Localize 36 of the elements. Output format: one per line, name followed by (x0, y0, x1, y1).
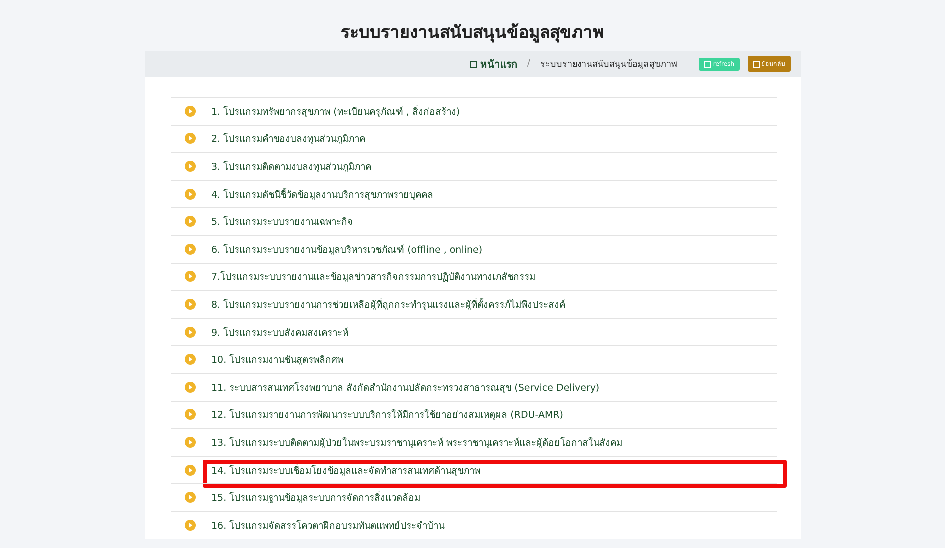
program-link[interactable]: 12. โปรแกรมรายงานการพัฒนาระบบบริการให้มีการใช้ยาอย่างสมเหตุผล (RDU-AMR) (212, 407, 564, 422)
program-link[interactable]: 1. โปรแกรมทรัพยากรสุขภาพ (ทะเบียนครุภัณฑ์ , สิ่งก่อสร้าง) (212, 104, 460, 119)
play-circle-icon (184, 244, 196, 255)
play-circle-icon (184, 216, 196, 228)
program-link[interactable]: 8. โปรแกรมระบบรายงานการช่วยเหลือผู้ที่ถูกกระทำรุนแรงและผู้ที่ตั้งครรภ์ไม่พึงประสงค์ (212, 296, 566, 312)
play-circle-icon (184, 188, 196, 200)
play-circle-icon (184, 436, 196, 448)
program-link[interactable]: 3. โปรแกรมติดตามงบลงทุนส่วนภูมิภาค (212, 158, 372, 174)
play-circle-icon (184, 160, 196, 172)
program-link[interactable]: 5. โปรแกรมระบบรายงานเฉพาะกิจ (212, 214, 354, 230)
play-circle-icon (184, 133, 196, 144)
program-link[interactable]: 7.โปรแกรมระบบรายงานและข้อมูลข่าวสารกิจกรรมการปฏิบัติงานทางเภสัชกรรม (212, 269, 536, 284)
program-link[interactable]: 10. โปรแกรมงานชันสูตรพลิกศพ (212, 352, 344, 368)
play-circle-icon (184, 354, 196, 366)
play-circle-icon (184, 106, 196, 117)
program-link[interactable]: 15. โปรแกรมฐานข้อมูลระบบการจัดการสิ่งแวดล้อม (212, 490, 421, 506)
play-circle-icon (184, 464, 196, 476)
program-link[interactable]: 9. โปรแกรมระบบสังคมสงเคราะห์ (212, 324, 349, 340)
play-circle-icon (184, 409, 196, 420)
home-link[interactable]: หน้าแรก (470, 56, 518, 72)
program-link[interactable]: 13. โปรแกรมระบบติดตามผู้ป่วยในพระบรมราชานุเคราะห์ พระราชานุเคราะห์และผู้ด้อยโอกาสในสังคม (212, 434, 623, 450)
play-circle-icon (184, 326, 196, 338)
play-circle-icon (184, 298, 196, 310)
breadcrumb-separator: / (527, 59, 530, 69)
play-circle-icon (184, 492, 196, 504)
program-link[interactable]: 6. โปรแกรมระบบรายงานข้อมูลบริหารเวชภัณฑ์ (offline , online) (212, 242, 483, 257)
program-link[interactable]: 11. ระบบสารสนเทศโรงพยาบาล สังกัดสำนักงานปลัดกระทรวงสาธารณสุข (Service Delivery) (212, 380, 600, 395)
program-link[interactable]: 14. โปรแกรมระบบเชื่อมโยงข้อมูลและจัดทำสารสนเทศด้านสุขภาพ (212, 462, 481, 478)
page-title: ระบบรายงานสนับสนุนข้อมูลสุขภาพ (341, 22, 604, 45)
program-link[interactable]: 16. โปรแกรมจัดสรรโควตาฝึกอบรมทันตแพทย์ประจำบ้าน (212, 518, 445, 533)
play-circle-icon (184, 520, 196, 531)
play-circle-icon (184, 382, 196, 393)
breadcrumb-current: ระบบรายงานสนับสนุนข้อมูลสุขภาพ (540, 58, 678, 71)
program-link[interactable]: 4. โปรแกรมดัชนีชี้วัดข้อมูลงานบริการสุขภาพรายบุคคล (212, 186, 434, 202)
program-link[interactable]: 2. โปรแกรมคำของบลงทุนส่วนภูมิภาค (212, 131, 366, 146)
play-circle-icon (184, 271, 196, 282)
